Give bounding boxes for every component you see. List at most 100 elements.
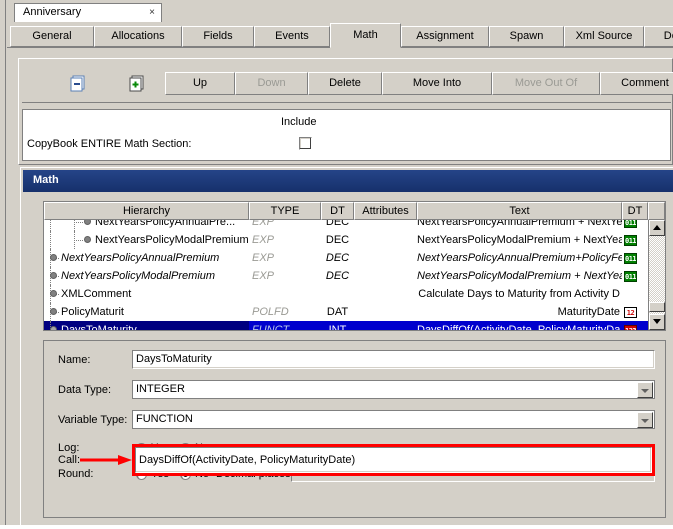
table-row[interactable]: NextYearsPolicyAnnualPremium EXP DEC NextYe… — [44, 249, 648, 267]
scrollbar-thumb[interactable] — [649, 302, 665, 312]
up-button[interactable]: Up — [165, 72, 235, 95]
tree-bullet-icon — [50, 290, 57, 298]
collapse-all-icon[interactable] — [69, 75, 87, 93]
tree-bullet-icon — [50, 308, 57, 316]
math-tree-grid[interactable]: Hierarchy TYPE DT Attributes Text DT Nex… — [43, 201, 666, 331]
row-hierarchy-cell: NextYearsPolicyAnnualPre... — [44, 220, 249, 231]
row-hierarchy-cell: NextYearsPolicyAnnualPremium — [44, 249, 249, 267]
window-left-rail — [0, 0, 6, 529]
close-icon[interactable]: × — [149, 6, 155, 19]
row-hierarchy-label: NextYearsPolicyModalPremium — [95, 234, 249, 246]
row-text-cell: Calculate Days to Maturity from Activity… — [418, 288, 620, 300]
document-tab-label: Anniversary — [23, 6, 82, 18]
row-text-cell: NextYearsPolicyModalPremium + NextYear — [417, 234, 622, 246]
tree-node[interactable]: XMLComment — [50, 285, 131, 303]
table-row[interactable]: XMLComment Calculate Days to Maturity fro… — [44, 285, 648, 303]
tab-math[interactable]: Math — [330, 23, 401, 48]
table-row[interactable]: PolicyMaturit POLFD DAT MaturityDate 12 — [44, 303, 648, 321]
tree-bullet-icon — [50, 272, 57, 280]
column-header-hierarchy[interactable]: Hierarchy — [44, 202, 249, 220]
row-attributes-cell — [354, 267, 417, 285]
row-dt-icon-cell: 011 — [622, 231, 648, 249]
table-row[interactable]: DaysToMaturity FUNCT INT DaysDiffOf(Activit… — [44, 321, 648, 330]
document-tab-anniversary[interactable]: Anniversary × — [14, 3, 162, 22]
math-toolbar: Up Down Delete Move Into Move Out Of Com… — [22, 63, 673, 103]
tab-debug[interactable]: Debug — [644, 26, 673, 47]
row-dt-cell: DAT — [326, 306, 349, 318]
row-dt-icon-cell: 011 — [622, 249, 648, 267]
delete-button[interactable]: Delete — [308, 72, 382, 95]
row-type-cell: EXP — [252, 270, 275, 282]
name-label: Name: — [58, 354, 91, 366]
row-type-cell — [249, 285, 321, 303]
grid-vertical-scrollbar[interactable] — [648, 220, 665, 330]
row-attributes-cell — [354, 303, 417, 321]
tab-events[interactable]: Events — [254, 26, 330, 47]
row-dt-cell: DEC — [325, 270, 350, 282]
datatype-green-icon: 011 — [624, 253, 637, 264]
tree-bullet-icon — [50, 326, 57, 330]
column-header-text[interactable]: Text — [417, 202, 622, 220]
red-arrow-icon — [80, 455, 132, 465]
data-type-label: Data Type: — [58, 384, 111, 396]
row-hierarchy-label: XMLComment — [61, 288, 132, 300]
call-field[interactable]: DaysDiffOf(ActivityDate, PolicyMaturityD… — [135, 447, 652, 473]
expand-all-icon[interactable] — [128, 75, 146, 93]
column-header-attributes[interactable]: Attributes — [354, 202, 417, 220]
variable-type-select[interactable]: FUNCTION — [132, 410, 655, 429]
move-out-of-button[interactable]: Move Out Of — [492, 72, 600, 95]
row-text-cell: NextYearsPolicyModalPremium + NextYear — [417, 270, 622, 282]
tab-fields[interactable]: Fields — [182, 26, 254, 47]
column-header-type[interactable]: TYPE — [249, 202, 321, 220]
tree-node[interactable]: NextYearsPolicyModalPremium — [50, 267, 215, 285]
row-attributes-cell — [354, 220, 417, 231]
tab-spawn[interactable]: Spawn — [489, 26, 564, 47]
tab-allocations[interactable]: Allocations — [94, 26, 182, 47]
copybook-row: Include CopyBook ENTIRE Math Section: — [22, 109, 671, 161]
tree-node[interactable]: DaysToMaturity — [50, 321, 137, 330]
move-into-button[interactable]: Move Into — [382, 72, 492, 95]
tree-node[interactable]: NextYearsPolicyModalPremium — [84, 231, 249, 249]
datatype-white-icon: 12 — [624, 307, 637, 318]
tree-line — [50, 231, 52, 249]
chevron-down-icon[interactable] — [637, 382, 653, 398]
down-button[interactable]: Down — [235, 72, 308, 95]
tree-line — [74, 240, 83, 242]
tree-node[interactable]: PolicyMaturit — [50, 303, 124, 321]
row-hierarchy-label: NextYearsPolicyModalPremium — [61, 270, 216, 282]
table-row[interactable]: NextYearsPolicyAnnualPre... EXP DEC NextYea… — [44, 220, 648, 231]
scroll-down-button[interactable] — [649, 314, 665, 330]
tab-assignment[interactable]: Assignment — [401, 26, 489, 47]
row-dt-cell: INT — [328, 324, 347, 330]
tree-line — [74, 222, 83, 224]
row-type-cell: EXP — [252, 220, 275, 228]
column-header-dt[interactable]: DT — [321, 202, 354, 220]
tab-xml-source[interactable]: Xml Source — [564, 26, 644, 47]
row-dt-icon-cell: 123 — [622, 321, 648, 330]
row-type-cell: EXP — [252, 252, 275, 264]
comment-button[interactable]: Comment — [600, 72, 673, 95]
math-detail-form: Name: DaysToMaturity Data Type: INTEGER … — [43, 340, 666, 518]
math-group-box: Math Hierarchy TYPE DT Attributes Text D… — [20, 167, 673, 529]
row-dt-cell — [321, 285, 354, 303]
row-dt-cell: DEC — [325, 220, 350, 228]
row-hierarchy-cell: PolicyMaturit — [44, 303, 249, 321]
copybook-include-checkbox[interactable] — [299, 137, 312, 150]
scroll-up-button[interactable] — [649, 220, 665, 236]
tree-node[interactable]: NextYearsPolicyAnnualPremium — [50, 249, 219, 267]
row-hierarchy-label: NextYearsPolicyAnnualPre... — [95, 220, 236, 228]
table-row[interactable]: NextYearsPolicyModalPremium EXP DEC NextYea… — [44, 267, 648, 285]
chevron-down-icon[interactable] — [637, 412, 653, 428]
row-text-cell: MaturityDate — [557, 306, 620, 318]
datatype-red-icon: 123 — [624, 325, 637, 330]
row-dt-icon-cell — [622, 285, 648, 303]
name-field[interactable]: DaysToMaturity — [132, 350, 655, 369]
table-row[interactable]: NextYearsPolicyModalPremium EXP DEC NextYea… — [44, 231, 648, 249]
data-type-select[interactable]: INTEGER — [132, 380, 655, 399]
tab-general[interactable]: General — [10, 26, 94, 47]
column-header-dt2[interactable]: DT — [622, 202, 648, 220]
column-header-filler — [648, 202, 665, 220]
datatype-green-icon: 011 — [624, 235, 637, 246]
tree-node[interactable]: NextYearsPolicyAnnualPre... — [84, 220, 235, 231]
row-text-cell: NextYearsPolicyAnnualPremium+PolicyFee — [417, 252, 622, 264]
